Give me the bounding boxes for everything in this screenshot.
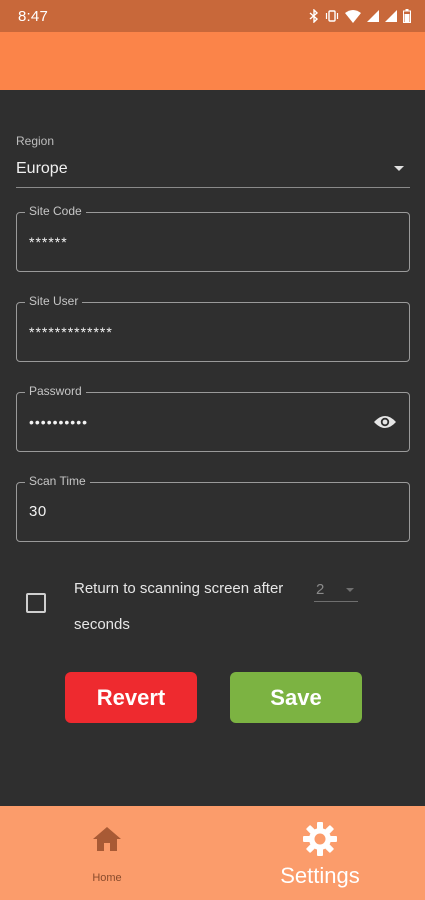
site-code-value: ******: [29, 234, 68, 250]
app-bar: [0, 32, 425, 90]
vibrate-icon: [325, 10, 339, 22]
site-code-field[interactable]: Site Code ******: [16, 204, 410, 272]
revert-button[interactable]: Revert: [65, 672, 197, 723]
return-option-suffix: seconds: [74, 616, 130, 633]
save-button[interactable]: Save: [230, 672, 362, 723]
gear-icon: [302, 821, 338, 862]
site-user-label: Site User: [25, 294, 83, 308]
scan-time-field[interactable]: Scan Time 30: [16, 474, 410, 542]
dropdown-arrow-icon: [394, 166, 404, 171]
region-select[interactable]: Europe: [16, 150, 410, 188]
password-field[interactable]: Password ••••••••••: [16, 384, 410, 452]
scan-time-value: 30: [29, 503, 47, 520]
signal-icon: [385, 10, 397, 22]
password-value: ••••••••••: [29, 414, 89, 430]
return-checkbox[interactable]: [26, 593, 46, 613]
bluetooth-icon: [309, 9, 319, 23]
scan-time-label: Scan Time: [25, 474, 90, 488]
nav-home-label: Home: [92, 872, 122, 884]
wifi-icon: [345, 9, 361, 23]
return-seconds-select[interactable]: 2: [314, 578, 358, 602]
site-user-field[interactable]: Site User *************: [16, 294, 410, 362]
site-code-label: Site Code: [25, 204, 86, 218]
return-seconds-value: 2: [316, 581, 325, 598]
password-label: Password: [25, 384, 86, 398]
home-icon: [92, 826, 122, 857]
return-option-text: Return to scanning screen after: [74, 580, 284, 597]
nav-item-home[interactable]: Home: [74, 806, 140, 900]
battery-icon: [403, 9, 411, 23]
status-time: 8:47: [18, 7, 48, 25]
signal-icon: [367, 10, 379, 22]
bottom-nav: Home Settings: [0, 806, 425, 900]
chevron-down-icon: [346, 587, 354, 592]
eye-icon[interactable]: [373, 412, 397, 432]
region-label: Region: [16, 134, 55, 148]
site-user-value: *************: [29, 324, 113, 340]
status-icons: [309, 9, 411, 23]
nav-settings-label: Settings: [280, 863, 360, 888]
region-value: Europe: [16, 159, 68, 177]
status-bar: 8:47: [0, 0, 425, 32]
nav-item-settings[interactable]: Settings: [268, 806, 372, 900]
